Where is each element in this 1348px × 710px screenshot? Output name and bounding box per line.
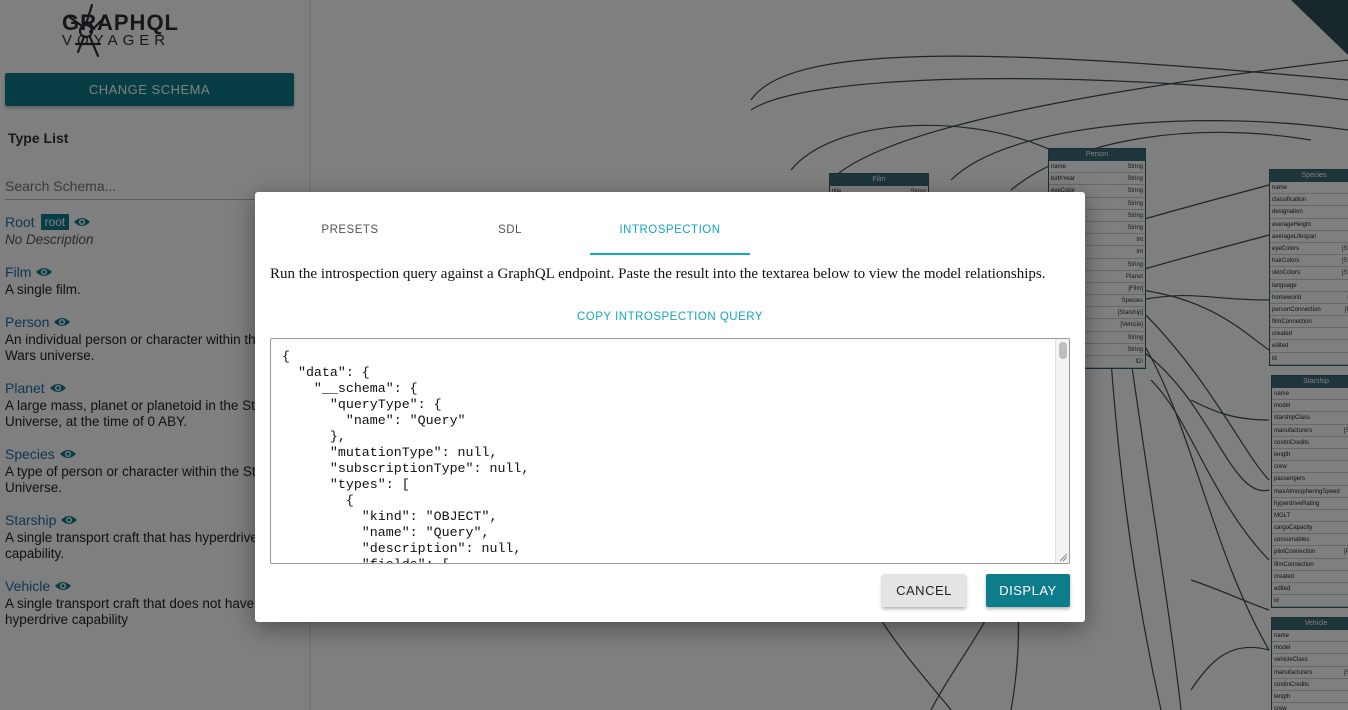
tab-presets[interactable]: PRESETS bbox=[270, 210, 430, 255]
cancel-button[interactable]: CANCEL bbox=[882, 574, 966, 607]
change-schema-dialog: PRESETS SDL INTROSPECTION Run the intros… bbox=[255, 192, 1085, 622]
display-button[interactable]: DISPLAY bbox=[986, 574, 1070, 607]
code-line: "name": "Query", bbox=[282, 525, 490, 540]
copy-introspection-query-button[interactable]: COPY INTROSPECTION QUERY bbox=[255, 311, 1085, 323]
code-line: { bbox=[282, 349, 290, 364]
code-line: "__schema": { bbox=[282, 381, 418, 396]
introspection-textarea[interactable]: { "data": { "__schema": { "queryType": {… bbox=[270, 338, 1070, 564]
code-line: "queryType": { bbox=[282, 397, 442, 412]
textarea-scrollbar[interactable] bbox=[1055, 339, 1069, 563]
schema-source-tabs: PRESETS SDL INTROSPECTION bbox=[270, 210, 750, 255]
tab-introspection[interactable]: INTROSPECTION bbox=[590, 210, 750, 255]
tab-sdl[interactable]: SDL bbox=[430, 210, 590, 255]
code-line: "name": "Query" bbox=[282, 413, 466, 428]
code-line: "mutationType": null, bbox=[282, 445, 498, 460]
resize-grip-icon[interactable] bbox=[1058, 552, 1068, 562]
code-line: "description": null, bbox=[282, 541, 522, 556]
introspection-json-text: { "data": { "__schema": { "queryType": {… bbox=[282, 349, 530, 563]
code-line: "subscriptionType": null, bbox=[282, 461, 530, 476]
code-line: "data": { bbox=[282, 365, 370, 380]
introspection-instructions: Run the introspection query against a Gr… bbox=[270, 266, 1046, 282]
code-line: "kind": "OBJECT", bbox=[282, 509, 498, 524]
code-line: "types": [ bbox=[282, 477, 410, 492]
scrollbar-thumb[interactable] bbox=[1059, 342, 1067, 359]
code-line: }, bbox=[282, 429, 346, 444]
code-line: { bbox=[282, 493, 354, 508]
code-line: "fields": [ bbox=[282, 557, 529, 563]
